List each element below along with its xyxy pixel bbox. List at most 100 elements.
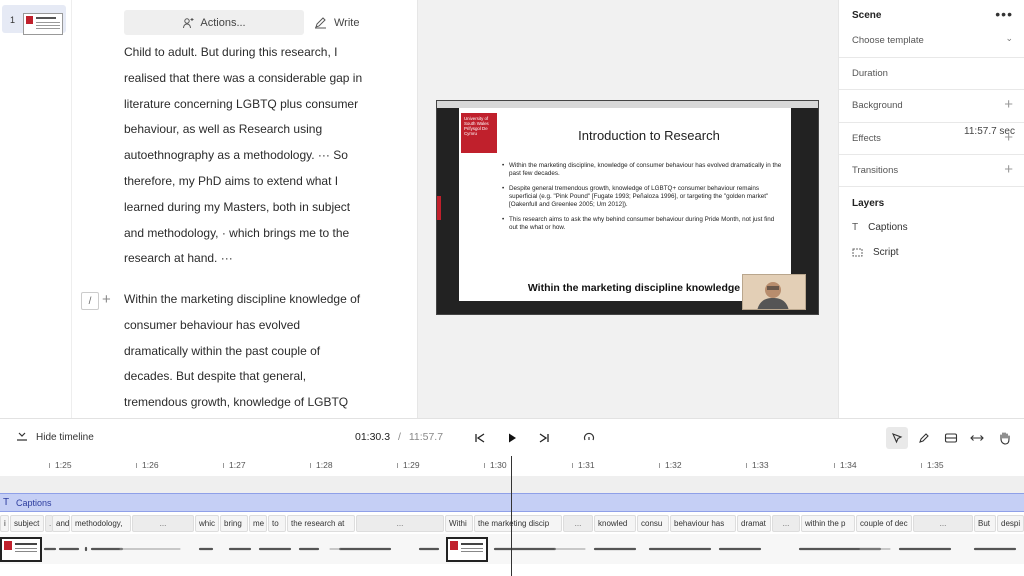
chevron-down-icon[interactable]: ⌄ (1005, 33, 1013, 44)
video-canvas: University of South Wales Prifysgol De C… (418, 0, 838, 418)
word-clip[interactable]: couple of dec (856, 515, 912, 532)
add-effect-icon[interactable]: + (1004, 130, 1013, 145)
clip-thumbnail[interactable] (0, 537, 42, 562)
stretch-tool-button[interactable] (966, 427, 988, 449)
timeline-ruler[interactable]: 1:25 1:26 1:27 1:28 1:29 1:30 1:31 1:32 … (0, 456, 1024, 476)
script-paragraph-2[interactable]: Within the marketing discipline knowledg… (124, 287, 384, 416)
actions-label: Actions... (200, 16, 246, 29)
script-line: Within the marketing discipline knowledg… (124, 292, 361, 306)
captions-track-label: Captions (16, 498, 52, 508)
word-clip[interactable]: behaviour has (670, 515, 736, 532)
gap-clip[interactable]: ... (356, 515, 444, 532)
captions-track[interactable]: T Captions (0, 493, 1024, 512)
write-button[interactable]: Write (314, 10, 384, 35)
clip-thumbnail[interactable] (446, 537, 488, 562)
gap-clip[interactable]: ... (772, 515, 800, 532)
actions-button[interactable]: Actions... (124, 10, 304, 35)
word-clip[interactable]: dramat (737, 515, 771, 532)
script-paragraph-1[interactable]: Child to adult. But during this research… (124, 40, 384, 272)
word-clip[interactable]: bring (220, 515, 248, 532)
collapse-icon (17, 432, 27, 441)
layer-label: Captions (868, 222, 908, 233)
time-separator: / (397, 431, 401, 443)
write-label: Write (334, 16, 360, 29)
clip-tool-button[interactable] (940, 427, 962, 449)
scene-thumbnail-1[interactable]: 1 (2, 5, 66, 35)
playhead[interactable] (511, 456, 512, 576)
scene-title: Scene (852, 10, 882, 21)
skip-forward-button[interactable] (533, 427, 555, 449)
sparkle-person-icon (183, 17, 194, 28)
hand-tool-button[interactable] (993, 427, 1015, 449)
word-clip[interactable]: methodology, (71, 515, 131, 532)
add-block-icon[interactable]: + (102, 291, 111, 308)
total-time: 11:57.7 (408, 431, 444, 443)
slide: University of South Wales Prifysgol De C… (459, 108, 791, 301)
word-clip[interactable]: me (249, 515, 267, 532)
timeline-toolbar: Hide timeline 01:30.3 / 11:57.7 (0, 418, 1024, 456)
loop-button[interactable] (578, 427, 600, 449)
word-clip[interactable]: Withi (445, 515, 473, 532)
time-tick: 1:33 (746, 460, 769, 470)
play-icon (509, 433, 516, 443)
time-tick: 1:34 (834, 460, 857, 470)
time-tick: 1:31 (572, 460, 595, 470)
webcam-overlay (742, 274, 806, 310)
word-clip[interactable]: despi (997, 515, 1024, 532)
word-clip[interactable]: and (52, 515, 70, 532)
word-clip[interactable]: the marketing discip (474, 515, 562, 532)
effects-section[interactable]: Effects + (839, 123, 1024, 155)
gap-clip[interactable]: ... (913, 515, 973, 532)
script-line: behaviour, as well as Research using (124, 122, 323, 137)
script-line: autoethnography as a methodology. ··· So (124, 148, 348, 163)
skip-back-button[interactable] (469, 427, 491, 449)
script-line: dramatically within the past couple of (124, 343, 321, 358)
skip-back-icon (475, 433, 485, 443)
word-clip[interactable]: i (0, 515, 9, 532)
current-time: 01:30.3 (355, 431, 391, 443)
scenes-sidebar: 1 (0, 0, 72, 418)
effects-label: Effects (852, 133, 881, 144)
scene-number: 1 (10, 15, 16, 25)
word-clip[interactable]: But (974, 515, 996, 532)
word-clip[interactable]: within the p (801, 515, 855, 532)
transitions-section[interactable]: Transitions + (839, 155, 1024, 187)
word-clip[interactable]: consu (637, 515, 669, 532)
layer-captions[interactable]: T Captions (852, 222, 908, 233)
background-section[interactable]: Background + (839, 90, 1024, 123)
video-frame[interactable]: University of South Wales Prifysgol De C… (436, 100, 819, 315)
slash-command-button[interactable]: / (81, 292, 99, 310)
layer-script[interactable]: Script (852, 247, 899, 258)
empty-track[interactable] (0, 476, 1024, 493)
slide-title: Introduction to Research (578, 128, 720, 143)
skip-forward-icon (539, 433, 549, 443)
media-track[interactable] (0, 534, 1024, 564)
time-tick: 1:27 (223, 460, 246, 470)
gap-clip[interactable]: ... (563, 515, 593, 532)
word-clip[interactable]: knowled (594, 515, 636, 532)
screen-menubar (437, 101, 818, 108)
add-background-icon[interactable]: + (1004, 97, 1013, 112)
select-tool-button[interactable] (886, 427, 908, 449)
play-button[interactable] (501, 427, 523, 449)
script-line: and methodology, · which brings me to th… (124, 225, 350, 240)
choose-template-dropdown[interactable]: Choose template (852, 35, 924, 46)
time-tick: 1:30 (484, 460, 507, 470)
scene-preview-image (23, 13, 63, 35)
word-clip[interactable]: whic (195, 515, 219, 532)
text-icon: T (3, 497, 10, 508)
gap-clip[interactable]: ... (132, 515, 194, 532)
slide-bullet: Despite general tremendous growth, knowl… (502, 185, 784, 209)
more-options-icon[interactable]: ••• (995, 6, 1013, 22)
timecode: 01:30.3 / 11:57.7 (355, 431, 443, 443)
script-editor: Actions... Write Child to adult. But dur… (72, 0, 418, 418)
background-label: Background (852, 100, 903, 111)
word-clip[interactable]: subject (10, 515, 44, 532)
add-transition-icon[interactable]: + (1004, 162, 1013, 177)
script-icon (852, 248, 863, 257)
hide-timeline-button[interactable]: Hide timeline (16, 431, 94, 443)
word-clip[interactable]: to (268, 515, 286, 532)
word-clip[interactable]: the research at (287, 515, 355, 532)
draw-tool-button[interactable] (913, 427, 935, 449)
time-tick: 1:28 (310, 460, 333, 470)
